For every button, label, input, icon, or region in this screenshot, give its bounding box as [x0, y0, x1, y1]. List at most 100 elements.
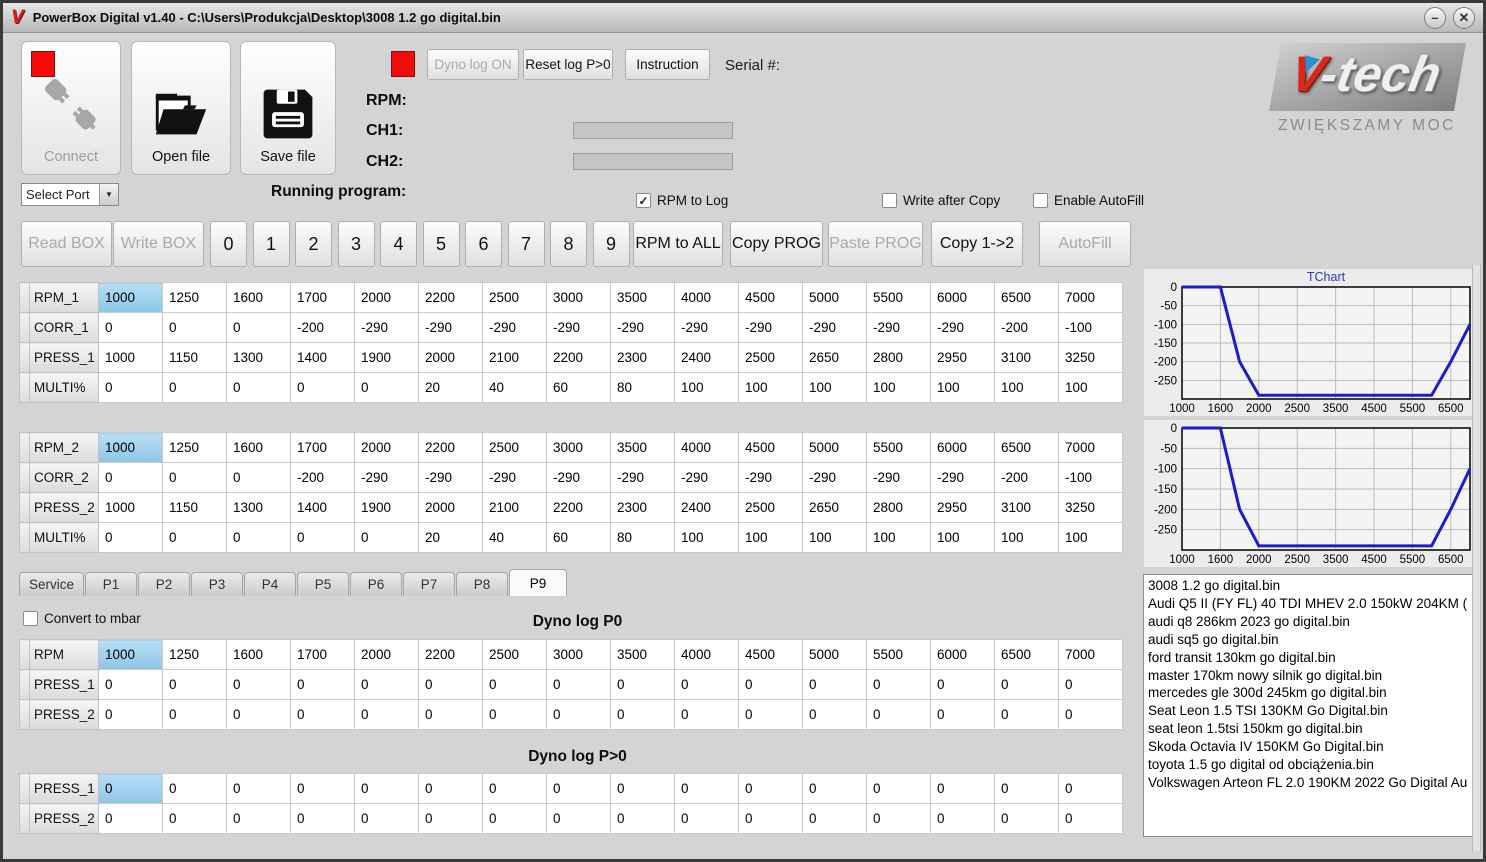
grid-cell[interactable]: 60 — [546, 522, 611, 553]
grid-cell[interactable]: 0 — [994, 773, 1059, 804]
grid-cell[interactable]: 2400 — [674, 342, 739, 373]
grid-cell[interactable]: 1700 — [290, 282, 355, 313]
grid-cell[interactable]: 100 — [930, 522, 995, 553]
grid-cell[interactable]: 60 — [546, 372, 611, 403]
grid-cell[interactable]: 1300 — [226, 492, 291, 523]
grid-cell[interactable]: 0 — [610, 773, 675, 804]
grid-cell[interactable]: 0 — [674, 669, 739, 700]
grid-cell[interactable]: 0 — [930, 699, 995, 730]
grid-cell[interactable]: 3500 — [610, 639, 675, 670]
program-4-button[interactable]: 4 — [380, 221, 417, 267]
grid-cell[interactable]: 6000 — [930, 282, 995, 313]
grid-cell[interactable]: 2000 — [354, 639, 419, 670]
file-list-item[interactable]: Audi Q5 II (FY FL) 40 TDI MHEV 2.0 150kW… — [1148, 595, 1476, 613]
grid-cell[interactable]: 2800 — [866, 342, 931, 373]
grid-cell[interactable]: 0 — [290, 372, 355, 403]
grid-cell[interactable]: 0 — [98, 669, 163, 700]
tab-p4[interactable]: P4 — [244, 572, 297, 596]
grid-cell[interactable]: -100 — [1058, 312, 1123, 343]
grid-cell[interactable]: 0 — [674, 773, 739, 804]
grid-cell[interactable]: 0 — [994, 803, 1059, 834]
program-6-button[interactable]: 6 — [465, 221, 502, 267]
save-file-button[interactable]: Save file — [240, 41, 336, 175]
grid-cell[interactable]: 3000 — [546, 282, 611, 313]
program-3-button[interactable]: 3 — [337, 221, 375, 267]
grid-cell[interactable]: 0 — [1058, 803, 1123, 834]
grid-cell[interactable]: 0 — [1058, 699, 1123, 730]
grid-cell[interactable]: 2200 — [418, 282, 483, 313]
grid-cell[interactable]: 0 — [98, 462, 163, 493]
tab-p6[interactable]: P6 — [350, 572, 403, 596]
grid-cell[interactable]: 0 — [162, 312, 227, 343]
grid-cell[interactable]: 2200 — [546, 492, 611, 523]
grid-cell[interactable]: 0 — [802, 669, 867, 700]
grid-cell[interactable]: 100 — [802, 372, 867, 403]
file-list-item[interactable]: seat leon 1.5tsi 150km go digital.bin — [1148, 720, 1476, 738]
grid-cell[interactable]: -290 — [482, 462, 547, 493]
file-list-item[interactable]: Skoda Octavia IV 150KM Go Digital.bin — [1148, 738, 1476, 756]
rpm-to-log-checkbox[interactable]: ✓ RPM to Log — [636, 193, 728, 208]
grid-cell[interactable]: 3250 — [1058, 492, 1123, 523]
grid-cell[interactable]: 100 — [866, 522, 931, 553]
grid-cell[interactable]: 2650 — [802, 492, 867, 523]
grid-cell[interactable]: 0 — [354, 669, 419, 700]
grid-cell[interactable]: 2500 — [738, 342, 803, 373]
program-9-button[interactable]: 9 — [592, 221, 630, 267]
grid-cell[interactable]: -290 — [866, 462, 931, 493]
grid-cell[interactable]: 1000 — [98, 492, 163, 523]
grid-cell[interactable]: 4000 — [674, 432, 739, 463]
tab-p7[interactable]: P7 — [403, 572, 456, 596]
minimize-button[interactable]: – — [1424, 6, 1446, 29]
tab-service[interactable]: Service — [19, 572, 85, 596]
grid-cell[interactable]: 2800 — [866, 492, 931, 523]
grid-cell[interactable]: 0 — [802, 773, 867, 804]
grid-cell[interactable]: 5500 — [866, 639, 931, 670]
program-8-button[interactable]: 8 — [550, 221, 587, 267]
grid-cell[interactable]: 3000 — [546, 639, 611, 670]
grid-cell[interactable]: 0 — [354, 522, 419, 553]
grid-cell[interactable]: 6500 — [994, 639, 1059, 670]
grid-cell[interactable]: 100 — [866, 372, 931, 403]
grid-cell[interactable]: 0 — [226, 522, 291, 553]
grid-cell[interactable]: 0 — [930, 669, 995, 700]
grid-cell[interactable]: 2300 — [610, 492, 675, 523]
grid-cell[interactable]: 1600 — [226, 639, 291, 670]
grid-cell[interactable]: 2200 — [418, 639, 483, 670]
grid-cell[interactable]: 0 — [418, 669, 483, 700]
instruction-button[interactable]: Instruction — [625, 49, 710, 80]
grid-cell[interactable]: -290 — [610, 462, 675, 493]
grid-cell[interactable]: 6000 — [930, 432, 995, 463]
grid-cell[interactable]: 2200 — [418, 432, 483, 463]
read-box-button[interactable]: Read BOX — [21, 221, 112, 267]
grid-cell[interactable]: 0 — [1058, 773, 1123, 804]
grid-cell[interactable]: 1000 — [98, 282, 163, 313]
grid-cell[interactable]: 5500 — [866, 432, 931, 463]
grid-cell[interactable]: 100 — [994, 372, 1059, 403]
grid-cell[interactable]: 0 — [418, 803, 483, 834]
file-list-item[interactable]: 3008 1.2 go digital.bin — [1148, 577, 1476, 595]
grid-cell[interactable]: 0 — [98, 372, 163, 403]
grid-cell[interactable]: -200 — [290, 462, 355, 493]
grid-cell[interactable]: -290 — [930, 462, 995, 493]
grid-cell[interactable]: -290 — [738, 462, 803, 493]
grid-cell[interactable]: 6500 — [994, 282, 1059, 313]
grid-cell[interactable]: 0 — [290, 803, 355, 834]
grid-cell[interactable]: 0 — [98, 522, 163, 553]
grid-cell[interactable]: 0 — [290, 699, 355, 730]
grid-cell[interactable]: 7000 — [1058, 282, 1123, 313]
program-0-button[interactable]: 0 — [210, 221, 247, 267]
grid-cell[interactable]: 0 — [674, 803, 739, 834]
program-1-button[interactable]: 1 — [252, 221, 290, 267]
grid-cell[interactable]: 2650 — [802, 342, 867, 373]
autofill-button[interactable]: AutoFill — [1039, 221, 1131, 267]
grid-cell[interactable]: -290 — [802, 462, 867, 493]
file-list-item[interactable]: ford transit 130km go digital.bin — [1148, 649, 1476, 667]
grid-cell[interactable]: 100 — [738, 372, 803, 403]
grid-cell[interactable]: 100 — [930, 372, 995, 403]
grid-cell[interactable]: 0 — [994, 699, 1059, 730]
grid-cell[interactable]: 7000 — [1058, 639, 1123, 670]
grid-cell[interactable]: 0 — [226, 803, 291, 834]
grid-cell[interactable]: 0 — [98, 312, 163, 343]
grid-cell[interactable]: 5000 — [802, 639, 867, 670]
grid-cell[interactable]: 0 — [226, 669, 291, 700]
